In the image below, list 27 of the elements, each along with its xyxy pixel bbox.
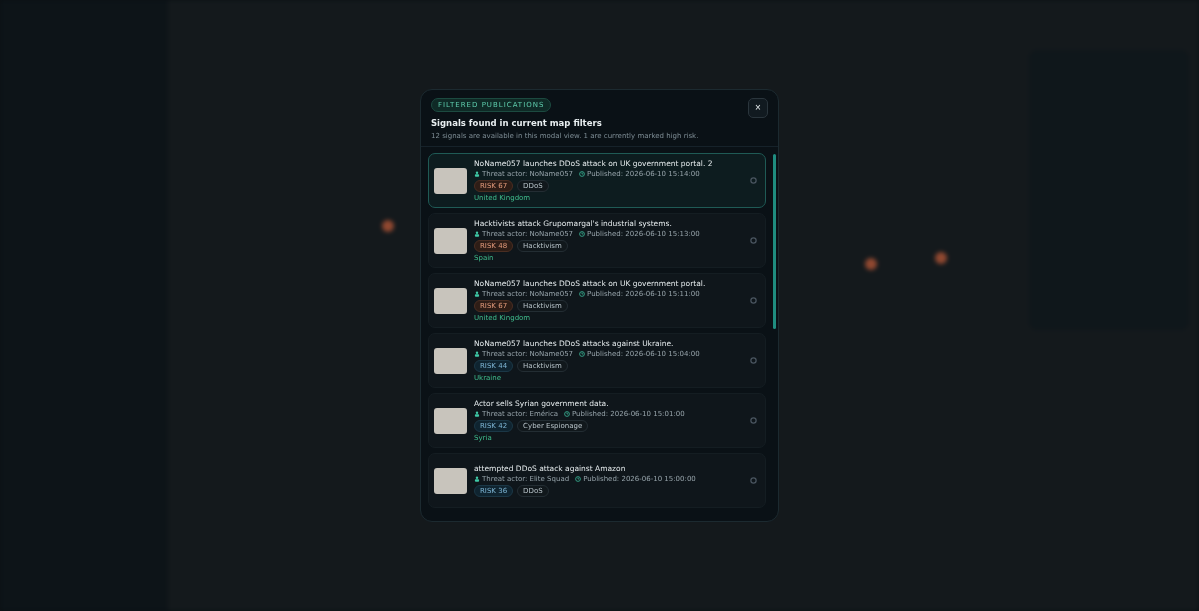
thumbnail-placeholder bbox=[434, 467, 467, 494]
close-button[interactable]: × bbox=[748, 98, 768, 118]
thumbnail-placeholder bbox=[434, 347, 467, 374]
thumbnail-placeholder bbox=[434, 167, 467, 194]
circle-icon bbox=[750, 417, 757, 424]
clock-icon bbox=[579, 291, 586, 297]
clock-icon bbox=[564, 411, 570, 417]
person-icon bbox=[474, 231, 480, 237]
person-icon bbox=[474, 476, 480, 482]
modal-title: Signals found in current map filters bbox=[431, 118, 602, 128]
clock-icon bbox=[579, 351, 586, 357]
scrollbar[interactable] bbox=[773, 154, 776, 329]
circle-icon bbox=[750, 237, 757, 244]
circle-icon bbox=[750, 477, 757, 484]
clock-icon bbox=[579, 231, 586, 237]
circle-icon bbox=[750, 177, 757, 184]
circle-icon bbox=[750, 357, 757, 364]
person-icon bbox=[474, 411, 480, 417]
circle-icon bbox=[750, 297, 757, 304]
clock-icon bbox=[575, 476, 582, 482]
thumbnail-placeholder bbox=[434, 227, 467, 254]
person-icon bbox=[474, 171, 480, 177]
thumbnail-placeholder bbox=[434, 407, 467, 434]
person-icon bbox=[474, 291, 480, 297]
clock-icon bbox=[579, 171, 586, 177]
thumbnail-placeholder bbox=[434, 287, 467, 314]
person-icon bbox=[474, 351, 480, 357]
